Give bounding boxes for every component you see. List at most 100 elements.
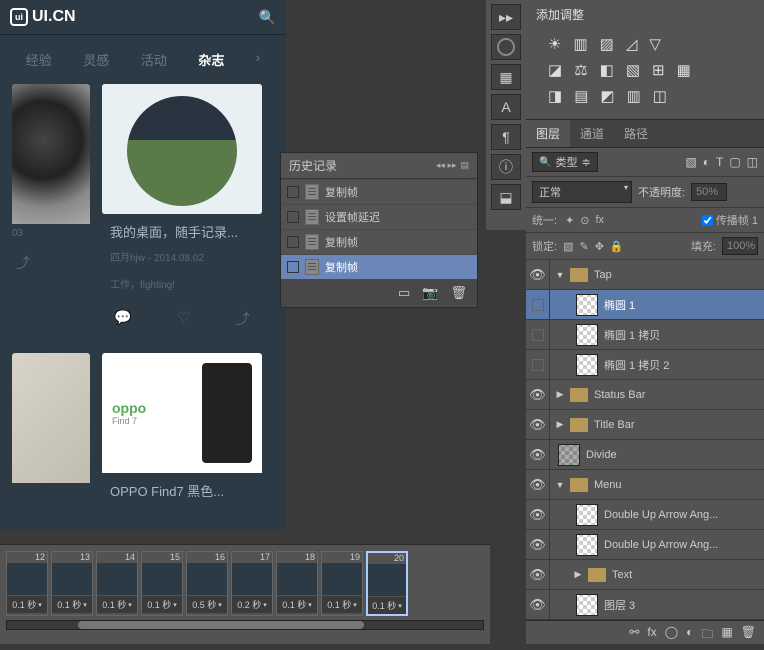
card-main-2[interactable]: oppo Find 7 OPPO Find7 黑色... bbox=[102, 353, 262, 512]
layer-row[interactable]: 👁▼Tap bbox=[526, 260, 764, 290]
nav-item-3[interactable]: 杂志 bbox=[198, 50, 224, 69]
share-icon[interactable]: ⤴ bbox=[236, 309, 250, 329]
toggle-icon[interactable]: ▶ bbox=[572, 569, 584, 580]
fill-adj-icon[interactable]: ◐ bbox=[686, 625, 693, 646]
timeline-frame[interactable]: 120.1 秒 bbox=[6, 551, 48, 616]
lock-trans-icon[interactable]: ▧ bbox=[563, 240, 573, 253]
opacity-value[interactable]: 50% bbox=[691, 183, 727, 201]
timeline-frame[interactable]: 170.2 秒 bbox=[231, 551, 273, 616]
layer-row[interactable]: 👁Double Up Arrow Ang... bbox=[526, 530, 764, 560]
toggle-icon[interactable]: ▶ bbox=[554, 419, 566, 430]
nav-item-0[interactable]: 经验 bbox=[26, 50, 52, 69]
layer-row[interactable]: 👁▼Menu bbox=[526, 470, 764, 500]
heart-icon[interactable]: ♡ bbox=[177, 309, 190, 329]
toggle-icon[interactable]: ▶ bbox=[554, 389, 566, 400]
trash-icon[interactable]: 🗑 bbox=[741, 625, 756, 646]
adj-balance-icon[interactable]: ⚖ bbox=[574, 61, 587, 79]
tool-btn-2[interactable]: ▦ bbox=[491, 64, 521, 90]
toggle-icon[interactable]: ▼ bbox=[554, 480, 566, 490]
trash-icon[interactable]: 🗑 bbox=[450, 285, 467, 301]
visibility-icon[interactable]: 👁 bbox=[526, 470, 550, 499]
timeline-frame[interactable]: 190.1 秒 bbox=[321, 551, 363, 616]
timeline-frame[interactable]: 130.1 秒 bbox=[51, 551, 93, 616]
search-icon[interactable]: 🔍 bbox=[259, 9, 276, 26]
visibility-icon[interactable]: 👁 bbox=[526, 530, 550, 559]
group-icon[interactable]: 🗀 bbox=[701, 625, 713, 646]
visibility-icon[interactable] bbox=[526, 320, 550, 349]
frame-duration[interactable]: 0.1 秒 bbox=[142, 596, 182, 613]
card-side-2[interactable] bbox=[12, 353, 90, 512]
propagate-cb-input[interactable] bbox=[702, 215, 713, 226]
blend-mode-select[interactable]: 正常 bbox=[532, 181, 632, 203]
layer-row[interactable]: 椭圆 1 拷贝 2 bbox=[526, 350, 764, 380]
adj-select-icon[interactable]: ◫ bbox=[653, 87, 667, 105]
site-logo[interactable]: ui UI.CN bbox=[10, 8, 76, 26]
card-main[interactable]: 我的桌面，随手记录... 四月hjw - 2014.08.02 工作，fight… bbox=[102, 84, 262, 341]
layer-row[interactable]: 👁▶Text bbox=[526, 560, 764, 590]
adj-hue-icon[interactable]: ◪ bbox=[548, 61, 562, 79]
unify-vis-icon[interactable]: ⊙ bbox=[580, 214, 589, 227]
adj-brightness-icon[interactable]: ☀ bbox=[548, 35, 561, 53]
visibility-icon[interactable]: 👁 bbox=[526, 380, 550, 409]
adj-invert-icon[interactable]: ◨ bbox=[548, 87, 562, 105]
layer-row[interactable]: 👁Double Up Arrow Ang... bbox=[526, 500, 764, 530]
timeline-frame[interactable]: 140.1 秒 bbox=[96, 551, 138, 616]
fill-value[interactable]: 100% bbox=[722, 237, 758, 255]
tab-paths[interactable]: 路径 bbox=[614, 120, 658, 147]
frame-duration[interactable]: 0.1 秒 bbox=[277, 596, 317, 613]
share-icon[interactable]: ⤴ bbox=[16, 253, 30, 273]
tool-btn-3[interactable]: A bbox=[491, 94, 521, 120]
layer-row[interactable]: 👁▶Title Bar bbox=[526, 410, 764, 440]
visibility-icon[interactable] bbox=[526, 350, 550, 379]
frame-duration[interactable]: 0.1 秒 bbox=[7, 596, 47, 613]
unify-style-icon[interactable]: fx bbox=[596, 214, 605, 226]
frame-duration[interactable]: 0.2 秒 bbox=[232, 596, 272, 613]
adj-mixer-icon[interactable]: ⊞ bbox=[652, 61, 665, 79]
adj-curves-icon[interactable]: ▨ bbox=[600, 35, 614, 53]
lock-pos-icon[interactable]: ✥ bbox=[595, 240, 604, 253]
nav-item-1[interactable]: 灵感 bbox=[83, 50, 109, 69]
history-header[interactable]: 历史记录 ◂◂ ▸▸ ▤ bbox=[281, 153, 477, 179]
tool-btn-1[interactable]: ▸▸ bbox=[491, 4, 521, 30]
history-art-icon[interactable]: ▭ bbox=[398, 285, 410, 301]
layer-row[interactable]: 👁图层 3 bbox=[526, 590, 764, 620]
history-item[interactable]: 复制帧 bbox=[281, 254, 477, 279]
adj-levels-icon[interactable]: ▥ bbox=[573, 35, 587, 53]
visibility-icon[interactable]: 👁 bbox=[526, 410, 550, 439]
adj-lut-icon[interactable]: ▦ bbox=[677, 61, 691, 79]
propagate-checkbox[interactable]: 传播帧 1 bbox=[702, 212, 758, 228]
card-side[interactable]: 03 ⤴ bbox=[12, 84, 90, 341]
filter-smart-icon[interactable]: ◫ bbox=[747, 155, 758, 169]
visibility-icon[interactable]: 👁 bbox=[526, 590, 550, 619]
frame-duration[interactable]: 0.1 秒 bbox=[322, 596, 362, 613]
history-cb[interactable] bbox=[287, 186, 299, 198]
filter-adjust-icon[interactable]: ◐ bbox=[703, 155, 710, 169]
visibility-icon[interactable]: 👁 bbox=[526, 260, 550, 289]
layer-row[interactable]: 👁▶Status Bar bbox=[526, 380, 764, 410]
filter-shape-icon[interactable]: ▢ bbox=[729, 155, 740, 169]
timeline-scrollbar[interactable] bbox=[6, 620, 484, 630]
adj-grad-icon[interactable]: ▥ bbox=[627, 87, 641, 105]
adj-vibrance-icon[interactable]: ▽ bbox=[649, 35, 661, 53]
tab-channels[interactable]: 通道 bbox=[570, 120, 614, 147]
adj-poster-icon[interactable]: ▤ bbox=[574, 87, 588, 105]
tool-btn-4[interactable]: ¶ bbox=[491, 124, 521, 150]
timeline-frame[interactable]: 150.1 秒 bbox=[141, 551, 183, 616]
tool-btn-5[interactable]: ⬓ bbox=[491, 184, 521, 210]
flyout-icon[interactable]: ◂◂ ▸▸ bbox=[436, 160, 457, 171]
link-icon[interactable]: ⚯ bbox=[629, 625, 639, 646]
adj-exposure-icon[interactable]: ◿ bbox=[626, 35, 638, 53]
layer-row[interactable]: 椭圆 1 bbox=[526, 290, 764, 320]
filter-pixel-icon[interactable]: ▧ bbox=[685, 155, 696, 169]
frame-duration[interactable]: 0.5 秒 bbox=[187, 596, 227, 613]
filter-type-icon[interactable]: T bbox=[716, 155, 723, 169]
history-item[interactable]: 设置帧延迟 bbox=[281, 204, 477, 229]
frame-duration[interactable]: 0.1 秒 bbox=[368, 597, 406, 614]
timeline-frame[interactable]: 200.1 秒 bbox=[366, 551, 408, 616]
layer-row[interactable]: 👁Divide bbox=[526, 440, 764, 470]
toggle-icon[interactable]: ▼ bbox=[554, 270, 566, 280]
visibility-icon[interactable]: 👁 bbox=[526, 440, 550, 469]
tab-layers[interactable]: 图层 bbox=[526, 120, 570, 147]
timeline-frame[interactable]: 160.5 秒 bbox=[186, 551, 228, 616]
timeline-frame[interactable]: 180.1 秒 bbox=[276, 551, 318, 616]
